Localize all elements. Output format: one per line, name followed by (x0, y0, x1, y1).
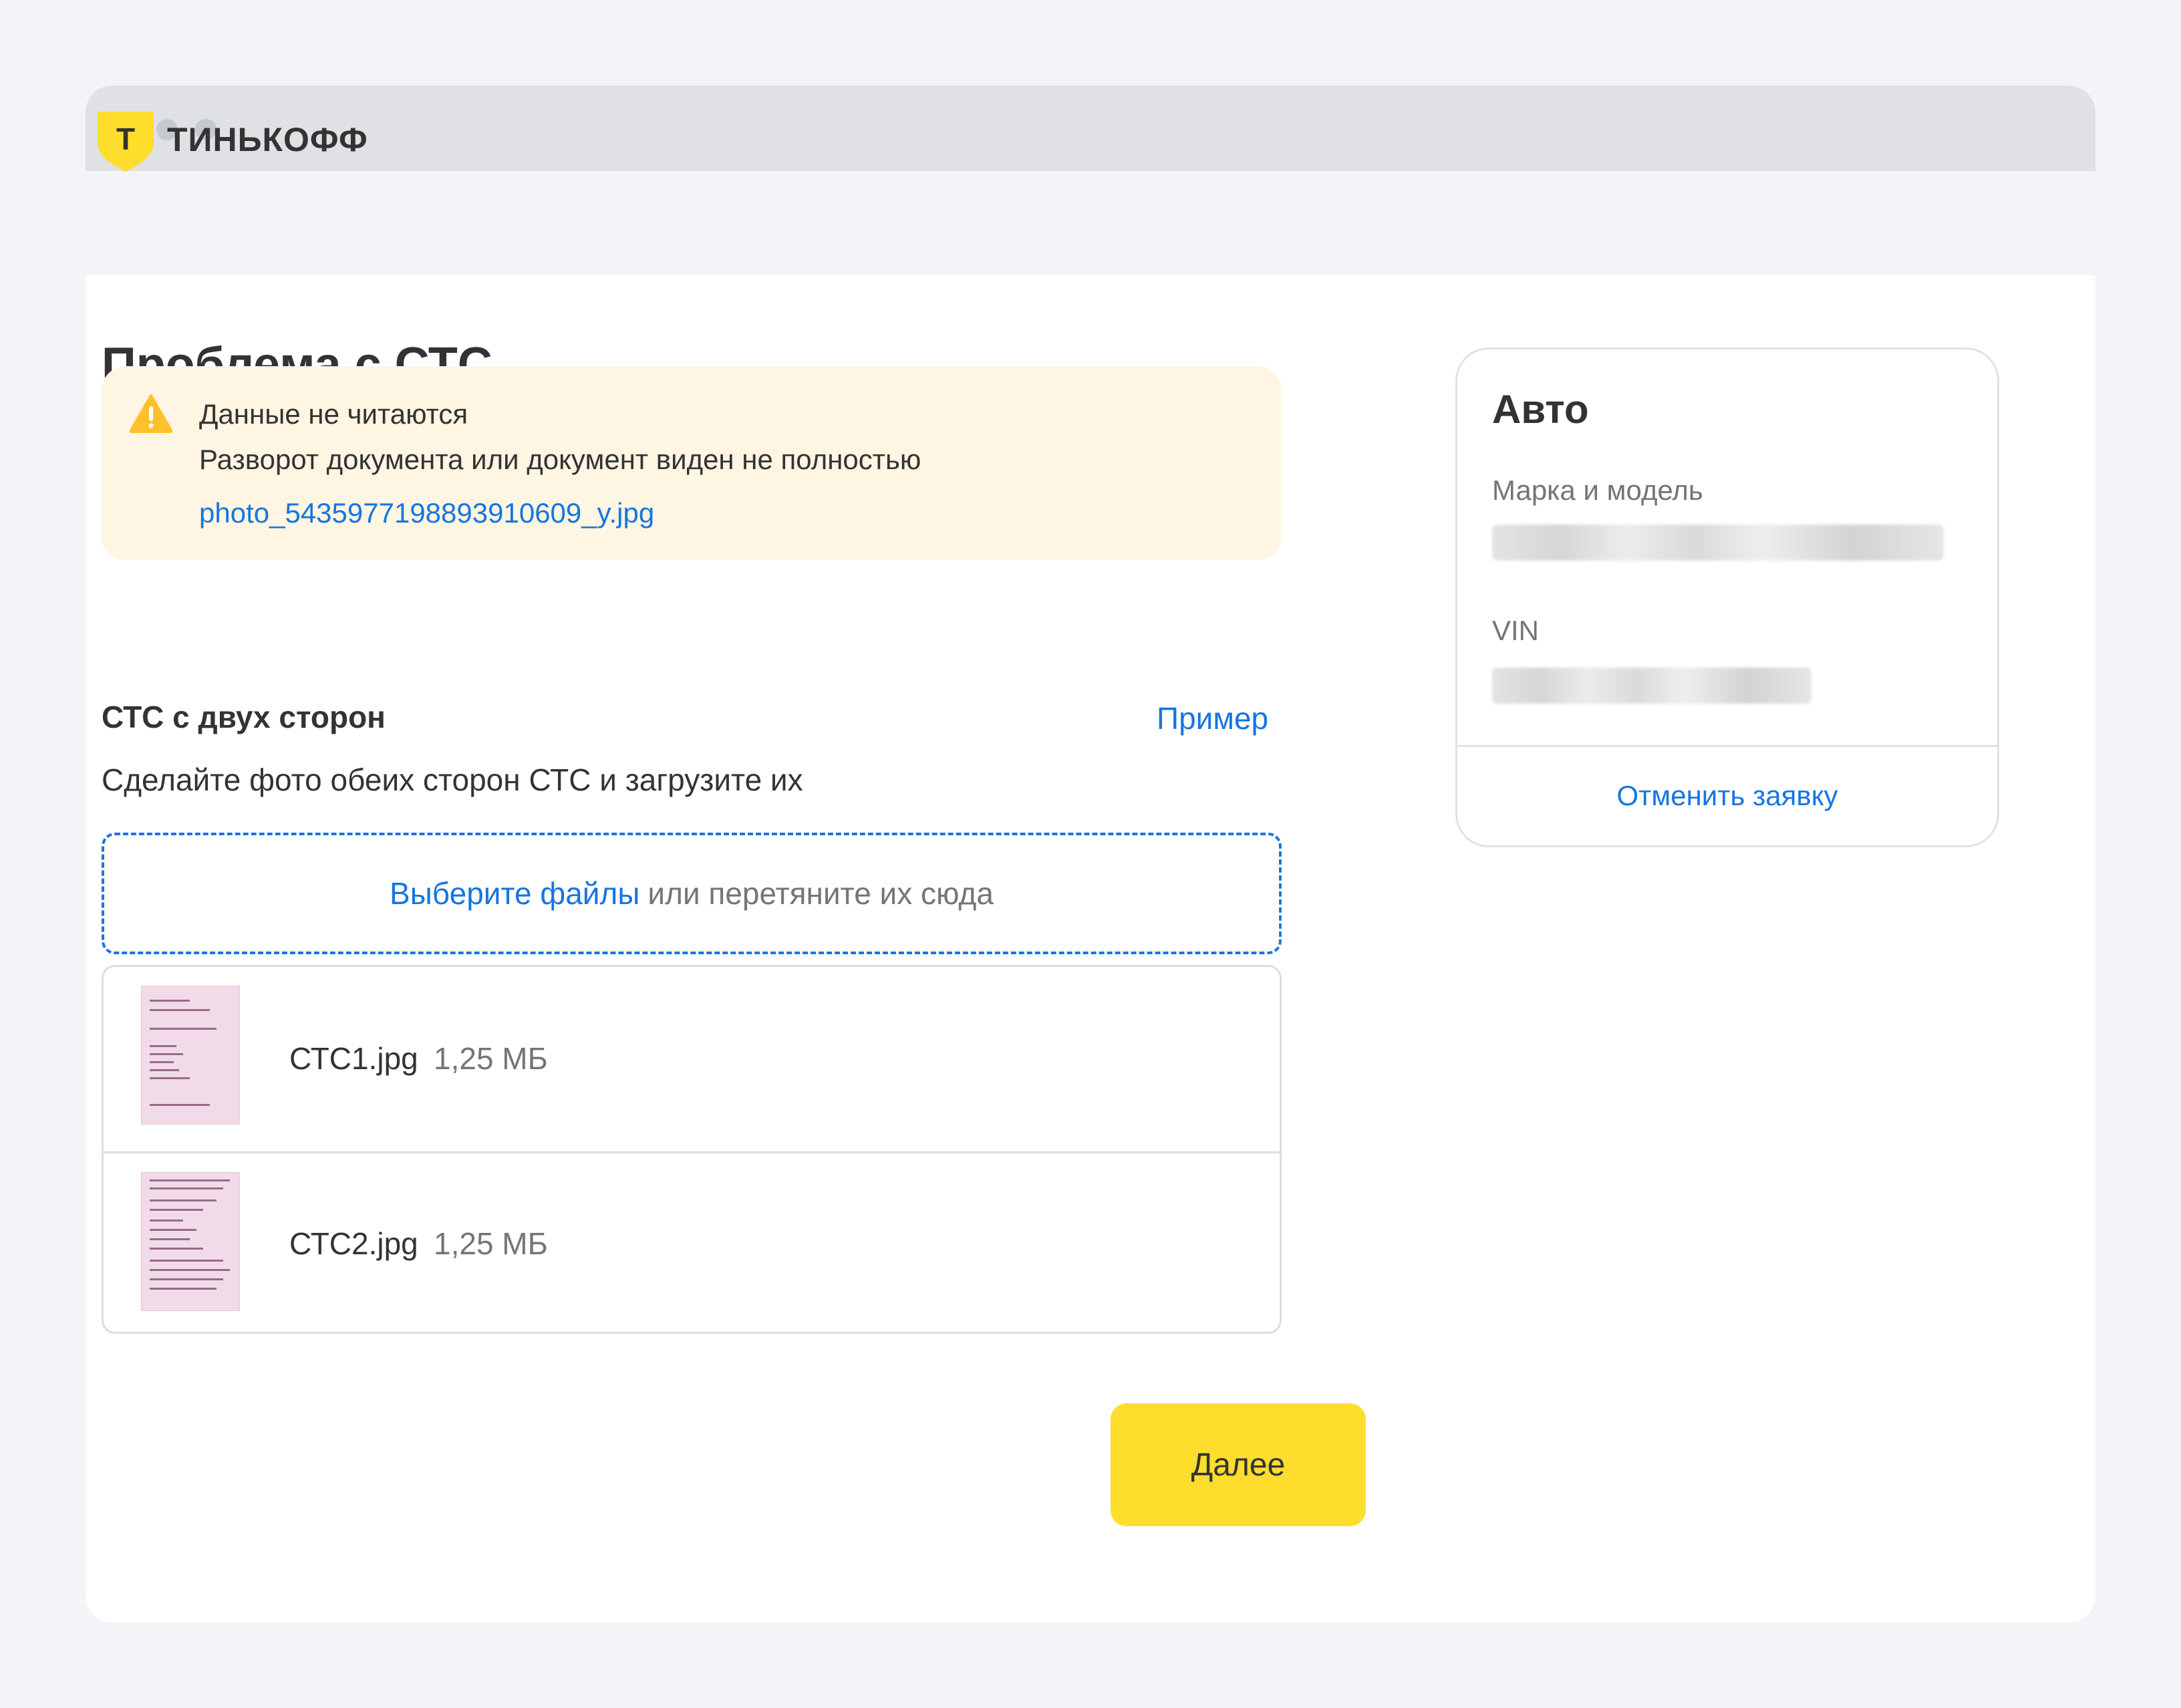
section-description: Сделайте фото обеих сторон СТС и загрузи… (102, 762, 803, 797)
dropzone-hint: или перетяните их сюда (647, 876, 994, 911)
site-header (86, 171, 2095, 275)
make-model-value-redacted (1492, 525, 1944, 561)
vin-value-redacted (1492, 668, 1811, 704)
file-item[interactable]: СТС2.jpg 1,25 МБ (104, 1151, 1280, 1332)
alert-text: Разворот документа или документ виден не… (199, 444, 921, 475)
window-titlebar (86, 86, 2095, 171)
warning-icon (130, 394, 172, 433)
alert-file-link[interactable]: photo_5435977198893910609_y.jpg (199, 497, 654, 529)
file-name: СТС1.jpg (289, 1041, 418, 1076)
next-button[interactable]: Далее (1111, 1403, 1366, 1526)
logo-letter: Т (116, 122, 135, 156)
card-title: Авто (1492, 387, 1589, 432)
choose-files-link[interactable]: Выберите файлы (390, 875, 639, 911)
file-name: СТС2.jpg (289, 1226, 418, 1261)
section-title: СТС с двух сторон (102, 700, 386, 734)
file-item[interactable]: СТС1.jpg 1,25 МБ (104, 967, 1280, 1150)
file-dropzone[interactable]: Выберите файлы или перетяните их сюда (102, 833, 1282, 954)
example-link[interactable]: Пример (1157, 700, 1268, 736)
uploaded-files-list: СТС1.jpg 1,25 МБ СТС2.jpg 1,25 МБ (102, 965, 1282, 1334)
vin-label: VIN (1492, 615, 1540, 646)
file-size: 1,25 МБ (434, 1041, 548, 1076)
file-thumbnail (141, 1172, 240, 1311)
car-info-card: Авто Марка и модель VIN Отменить заявку (1455, 347, 1999, 847)
alert-box: Данные не читаются Разворот документа ил… (102, 366, 1282, 560)
file-thumbnail (141, 986, 240, 1125)
file-size: 1,25 МБ (434, 1226, 548, 1261)
logo-text[interactable]: ТИНЬКОФФ (167, 120, 368, 159)
alert-heading: Данные не читаются (199, 398, 468, 430)
card-divider (1457, 745, 1997, 747)
cancel-request-link[interactable]: Отменить заявку (1457, 780, 1997, 812)
make-model-label: Марка и модель (1492, 474, 1703, 506)
tinkoff-logo-icon[interactable]: Т (98, 112, 154, 172)
